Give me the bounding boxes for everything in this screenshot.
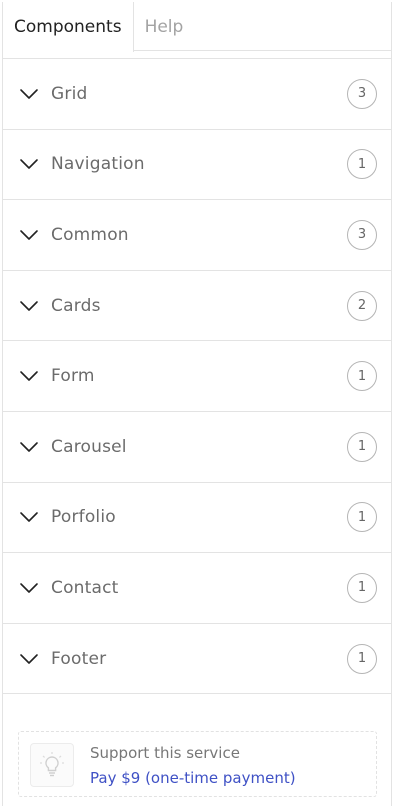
count-badge: 1 (347, 572, 377, 603)
count-badge: 1 (347, 643, 377, 674)
count-badge: 2 (347, 290, 377, 321)
count-badge: 1 (347, 361, 377, 392)
section-label: Porfolio (51, 507, 116, 528)
count-badge: 1 (347, 431, 377, 462)
section-label: Navigation (51, 154, 145, 175)
chevron-down-icon (19, 299, 39, 313)
lightbulb-icon (30, 743, 74, 787)
count-badge: 3 (347, 219, 377, 250)
chevron-down-icon (19, 581, 39, 595)
section-cards[interactable]: Cards 2 (3, 271, 391, 342)
section-carousel[interactable]: Carousel 1 (3, 412, 391, 483)
chevron-down-icon (19, 652, 39, 666)
tab-bar: Components Help (3, 2, 391, 52)
chevron-down-icon (19, 440, 39, 454)
section-contact[interactable]: Contact 1 (3, 553, 391, 624)
section-form[interactable]: Form 1 (3, 341, 391, 412)
tab-components[interactable]: Components (3, 2, 134, 52)
section-list: Grid 3 Navigation 1 Common 3 Cards 2 For… (3, 59, 391, 695)
count-badge: 3 (347, 78, 377, 109)
chevron-down-icon (19, 369, 39, 383)
section-label: Common (51, 224, 129, 245)
chevron-down-icon (19, 228, 39, 242)
section-label: Carousel (51, 436, 127, 457)
support-title: Support this service (90, 744, 240, 762)
section-porfolio[interactable]: Porfolio 1 (3, 483, 391, 554)
section-grid[interactable]: Grid 3 (3, 59, 391, 130)
chevron-down-icon (19, 87, 39, 101)
tab-help[interactable]: Help (134, 2, 195, 51)
section-label: Footer (51, 648, 107, 669)
section-footer[interactable]: Footer 1 (3, 624, 391, 695)
section-label: Contact (51, 577, 119, 598)
count-badge: 1 (347, 502, 377, 533)
section-label: Form (51, 366, 95, 387)
pay-link[interactable]: Pay $9 (one-time payment) (90, 769, 296, 787)
components-panel: Components Help Grid 3 Navigation 1 Comm… (2, 2, 392, 806)
section-common[interactable]: Common 3 (3, 200, 391, 271)
count-badge: 1 (347, 149, 377, 180)
section-label: Grid (51, 83, 88, 104)
chevron-down-icon (19, 510, 39, 524)
spacer (3, 51, 391, 59)
chevron-down-icon (19, 157, 39, 171)
support-banner: Support this service Pay $9 (one-time pa… (18, 731, 377, 797)
section-label: Cards (51, 295, 101, 316)
section-navigation[interactable]: Navigation 1 (3, 130, 391, 201)
